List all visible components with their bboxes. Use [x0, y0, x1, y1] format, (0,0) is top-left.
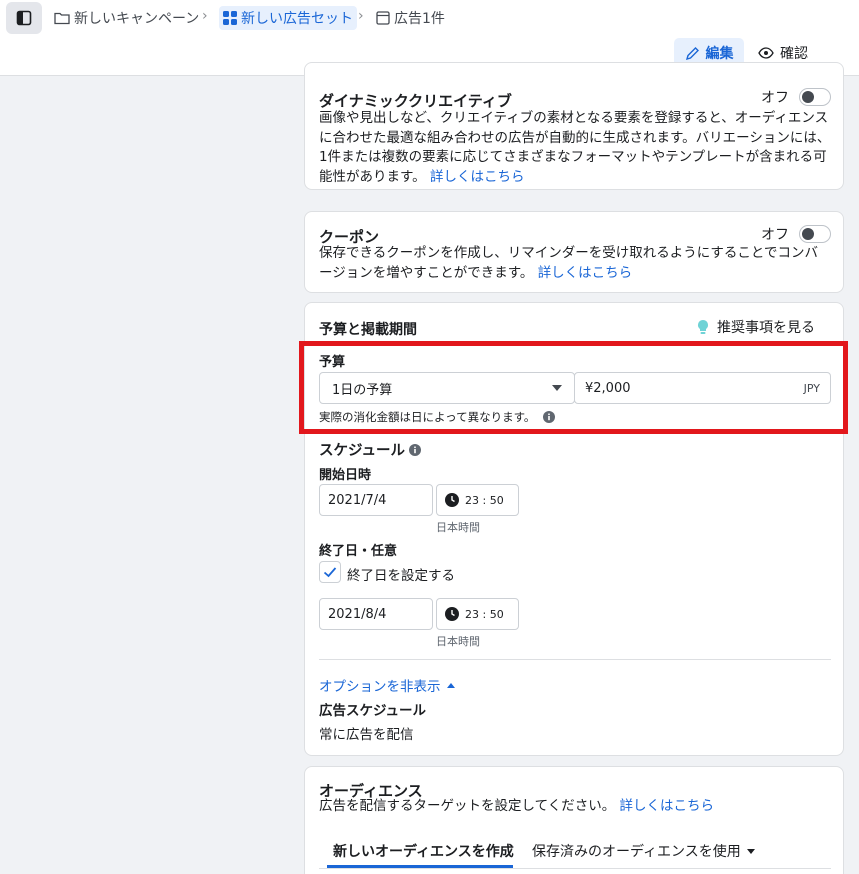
schedule-heading: スケジュール — [319, 439, 421, 460]
toggle-switch[interactable] — [799, 225, 831, 243]
coupon-toggle-label: オフ — [761, 227, 789, 243]
options-toggle-link[interactable]: オプションを非表示 — [319, 675, 455, 695]
start-time-value: 23 : 50 — [465, 493, 504, 507]
review-button-label: 確認 — [780, 46, 808, 62]
folder-icon — [54, 12, 70, 25]
sidebar-toggle-button[interactable] — [6, 2, 42, 34]
sidebar-toggle-icon — [16, 10, 32, 26]
lightbulb-icon — [698, 320, 708, 334]
coupon-description: 保存できるクーポンを作成し、リマインダーを受け取れるようにすることでコンバージョ… — [319, 244, 831, 283]
start-label: 開始日時 — [319, 468, 372, 483]
clock-icon — [445, 607, 459, 621]
grid-icon — [223, 11, 237, 25]
coupon-toggle[interactable]: オフ — [761, 224, 831, 244]
end-time-value: 23 : 50 — [465, 607, 504, 621]
dynamic-creative-description-text: 画像や見出しなど、クリエイティブの素材となる要素を登録すると、オーディエンスに合… — [319, 110, 831, 185]
recommendations-label: 推奨事項を見る — [717, 320, 815, 336]
end-label: 終了日・任意 — [319, 544, 398, 559]
coupon-learn-more-link[interactable]: 詳しくはこちら — [538, 265, 633, 281]
audience-description: 広告を配信するターゲットを設定してください。 詳しくはこちら — [319, 797, 831, 817]
breadcrumb-campaign-label: 新しいキャンペーン — [74, 11, 200, 27]
caret-up-icon — [446, 682, 455, 688]
ad-schedule-label: 広告スケジュール — [319, 703, 427, 719]
end-date-checkbox[interactable] — [319, 561, 341, 583]
breadcrumb-adset[interactable]: 新しい広告セット — [219, 6, 357, 30]
dynamic-creative-toggle-label: オフ — [761, 90, 789, 106]
options-toggle-label: オプションを非表示 — [319, 679, 441, 695]
start-time-input[interactable]: 23 : 50 — [436, 484, 519, 516]
toggle-switch[interactable] — [799, 88, 831, 106]
dynamic-creative-toggle[interactable]: オフ — [761, 87, 831, 107]
ad-icon — [376, 11, 390, 25]
end-date-value: 2021/8/4 — [328, 606, 387, 622]
clock-icon — [445, 493, 459, 507]
dynamic-creative-learn-more-link[interactable]: 詳しくはこちら — [430, 169, 525, 185]
start-date-value: 2021/7/4 — [328, 492, 387, 508]
audience-learn-more-link[interactable]: 詳しくはこちら — [620, 798, 715, 814]
audience-card: オーディエンス 広告を配信するターゲットを設定してください。 詳しくはこちら 新… — [304, 766, 844, 874]
info-icon[interactable] — [409, 443, 421, 456]
start-timezone: 日本時間 — [436, 521, 480, 534]
edit-button-label: 編集 — [705, 46, 734, 62]
tab-create-audience[interactable]: 新しいオーディエンスを作成 — [333, 841, 514, 861]
end-time-input[interactable]: 23 : 50 — [436, 598, 519, 630]
schedule-label: スケジュール — [319, 443, 405, 459]
breadcrumb-adset-label: 新しい広告セット — [241, 11, 353, 27]
tab-saved-audience-label: 保存済みのオーディエンスを使用 — [532, 844, 741, 860]
dynamic-creative-title: ダイナミッククリエイティブ — [319, 92, 512, 110]
start-date-input[interactable]: 2021/7/4 — [319, 484, 433, 516]
caret-down-icon — [746, 848, 755, 854]
chevron-right-icon: › — [358, 8, 364, 24]
dynamic-creative-description: 画像や見出しなど、クリエイティブの素材となる要素を登録すると、オーディエンスに合… — [319, 109, 831, 187]
budget-schedule-title: 予算と掲載期間 — [319, 322, 417, 338]
budget-highlight-box — [299, 341, 848, 434]
ad-schedule-value: 常に広告を配信 — [319, 727, 414, 743]
end-timezone: 日本時間 — [436, 635, 480, 648]
coupon-card: クーポン オフ 保存できるクーポンを作成し、リマインダーを受け取れるようにするこ… — [304, 211, 844, 293]
breadcrumb-campaign[interactable]: 新しいキャンペーン — [54, 6, 199, 30]
eye-icon — [758, 47, 774, 59]
recommendations-link[interactable]: 推奨事項を見る — [697, 317, 815, 337]
dynamic-creative-card: ダイナミッククリエイティブ オフ 画像や見出しなど、クリエイティブの素材となる要… — [304, 62, 844, 190]
audience-description-text: 広告を配信するターゲットを設定してください。 — [319, 798, 616, 814]
checkmark-icon — [323, 567, 337, 578]
end-date-input[interactable]: 2021/8/4 — [319, 598, 433, 630]
divider — [319, 868, 831, 869]
breadcrumb-ad-label: 広告1件 — [394, 11, 445, 27]
pencil-icon — [685, 46, 699, 60]
end-date-checkbox-label[interactable]: 終了日を設定する — [347, 564, 455, 584]
chevron-right-icon: › — [202, 8, 208, 24]
tab-saved-audience[interactable]: 保存済みのオーディエンスを使用 — [532, 841, 755, 861]
breadcrumb-ad[interactable]: 広告1件 — [376, 6, 445, 30]
divider — [319, 659, 831, 660]
